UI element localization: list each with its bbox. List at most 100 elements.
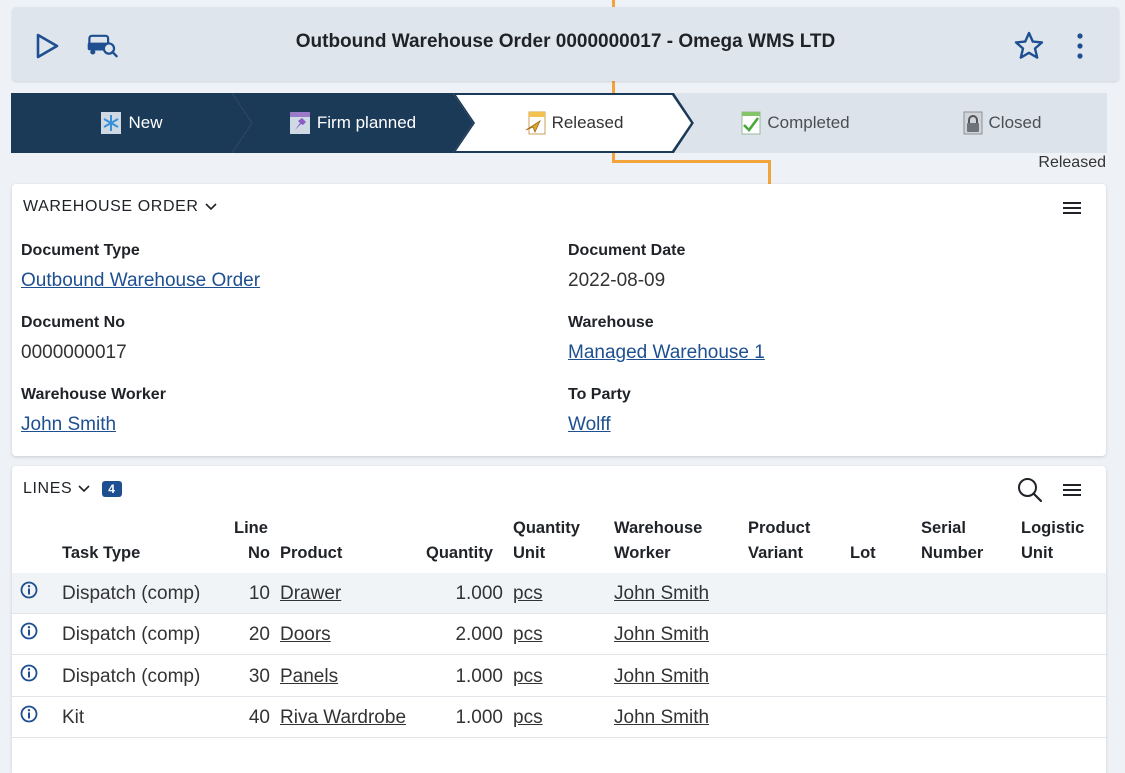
lock-icon — [963, 111, 983, 135]
col-header-text: Worker — [614, 544, 671, 562]
warehouse-link[interactable]: Managed Warehouse 1 — [568, 342, 765, 364]
warehouse-order-section-toggle[interactable]: WAREHOUSE ORDER — [23, 198, 217, 216]
worker-link[interactable]: John Smith — [614, 614, 709, 655]
product-link[interactable]: Drawer — [280, 573, 341, 614]
document-date-label: Document Date — [568, 242, 686, 259]
status-path: New Firm planned Released Completed Clos… — [11, 93, 1107, 153]
table-row[interactable]: Dispatch (comp) 10 Drawer 1.000 pcs John… — [12, 573, 1106, 614]
section-title: LINES — [23, 480, 73, 497]
unit-link[interactable]: pcs — [513, 656, 543, 697]
warehouse-worker-link[interactable]: John Smith — [21, 414, 116, 436]
paper-plane-icon — [524, 110, 546, 136]
col-header-product-variant[interactable]: Product Variant — [748, 516, 810, 566]
unit-link[interactable]: pcs — [513, 697, 543, 738]
col-header-text: Logistic — [1021, 519, 1085, 537]
col-header-line-no[interactable]: Line No — [234, 516, 270, 566]
quantity-cell: 1.000 — [455, 706, 503, 728]
info-icon[interactable] — [20, 581, 38, 599]
col-header-line: Line — [234, 519, 268, 537]
path-step-released-inner: Released — [456, 95, 691, 151]
pushpin-icon — [289, 110, 311, 136]
lines-count-badge: 4 — [102, 481, 122, 497]
path-step-new[interactable]: New — [11, 93, 252, 153]
document-no-label: Document No — [21, 314, 125, 331]
task-type-cell: Dispatch (comp) — [62, 582, 201, 604]
worker-link[interactable]: John Smith — [614, 697, 709, 738]
task-type-cell: Dispatch (comp) — [62, 623, 201, 645]
line-no-cell: 20 — [248, 623, 270, 645]
path-step-label: New — [128, 113, 163, 132]
col-header-no: No — [248, 544, 270, 562]
chevron-down-icon — [204, 203, 217, 211]
more-options-button[interactable] — [1063, 29, 1097, 63]
document-date-value: 2022-08-09 — [568, 270, 666, 291]
col-header-text: Unit — [513, 544, 546, 562]
col-header-text: Quantity — [513, 519, 580, 537]
info-icon[interactable] — [20, 622, 38, 640]
col-header-product[interactable]: Product — [280, 541, 342, 566]
chevron-down-icon — [78, 485, 90, 493]
unit-link[interactable]: pcs — [513, 614, 543, 655]
warehouse-worker-label: Warehouse Worker — [21, 386, 166, 403]
col-header-quantity[interactable]: Quantity — [426, 541, 493, 566]
section-title: WAREHOUSE ORDER — [23, 198, 199, 215]
more-vertical-icon — [1077, 33, 1083, 59]
deco-line — [768, 160, 771, 184]
quantity-cell: 1.000 — [455, 582, 503, 604]
document-type-link[interactable]: Outbound Warehouse Order — [21, 270, 260, 292]
info-icon[interactable] — [20, 664, 38, 682]
snowflake-icon — [100, 110, 122, 136]
task-type-cell: Kit — [62, 706, 85, 728]
table-row[interactable]: Dispatch (comp) 30 Panels 1.000 pcs John… — [12, 656, 1106, 697]
lines-search-button[interactable] — [1016, 476, 1044, 504]
status-caption: Released — [1038, 154, 1106, 171]
search-icon — [1018, 478, 1043, 503]
path-step-label: Closed — [988, 113, 1042, 132]
col-header-text: Unit — [1021, 544, 1054, 562]
col-header-logistic-unit[interactable]: Logistic Unit — [1021, 516, 1084, 566]
line-no-cell: 10 — [248, 582, 270, 604]
col-header-serial-number[interactable]: Serial Number — [921, 516, 983, 566]
path-step-closed[interactable]: Closed — [895, 93, 1107, 153]
to-party-link[interactable]: Wolff — [568, 414, 611, 436]
to-party-label: To Party — [568, 386, 631, 403]
page-title: Outbound Warehouse Order 0000000017 - Om… — [295, 31, 836, 52]
task-type-cell: Dispatch (comp) — [62, 665, 201, 687]
table-row[interactable]: Kit 40 Riva Wardrobe 1.000 pcs John Smit… — [12, 697, 1106, 738]
page-header: Outbound Warehouse Order 0000000017 - Om… — [12, 7, 1119, 81]
deco-line — [612, 160, 770, 163]
path-step-firm-planned[interactable]: Firm planned — [232, 93, 473, 153]
col-header-text: Number — [921, 544, 984, 562]
info-icon[interactable] — [20, 705, 38, 723]
path-step-completed[interactable]: Completed — [674, 93, 915, 153]
col-header-task-type[interactable]: Task Type — [62, 541, 140, 566]
col-header-lot[interactable]: Lot — [850, 541, 876, 566]
col-header-quantity-unit[interactable]: Quantity Unit — [513, 516, 580, 566]
worker-link[interactable]: John Smith — [614, 573, 709, 614]
path-step-label: Firm planned — [316, 113, 417, 132]
worker-link[interactable]: John Smith — [614, 656, 709, 697]
col-header-warehouse-worker[interactable]: Warehouse Worker — [614, 516, 702, 566]
line-no-cell: 30 — [248, 665, 270, 687]
hamburger-icon — [1063, 484, 1081, 496]
quantity-cell: 2.000 — [455, 623, 503, 645]
col-header-text: Variant — [748, 544, 804, 562]
document-type-label: Document Type — [21, 242, 140, 259]
lines-section-toggle[interactable]: LINES 4 — [23, 480, 122, 498]
favorite-button[interactable] — [1012, 29, 1046, 63]
col-header-text: Serial — [921, 519, 966, 537]
product-link[interactable]: Panels — [280, 656, 338, 697]
table-row[interactable]: Dispatch (comp) 20 Doors 2.000 pcs John … — [12, 614, 1106, 655]
order-menu-button[interactable] — [1060, 196, 1084, 220]
document-no-value: 0000000017 — [21, 342, 127, 363]
unit-link[interactable]: pcs — [513, 573, 543, 614]
lines-card: LINES 4 Task Type Line No Product Quanti… — [12, 466, 1106, 773]
product-link[interactable]: Doors — [280, 614, 331, 655]
product-link[interactable]: Riva Wardrobe — [280, 697, 406, 738]
path-step-released[interactable]: Released — [453, 93, 694, 153]
warehouse-label: Warehouse — [568, 314, 654, 331]
path-step-label: Released — [551, 113, 624, 132]
star-icon — [1014, 31, 1044, 59]
lines-menu-button[interactable] — [1060, 478, 1084, 502]
hamburger-icon — [1063, 202, 1081, 214]
